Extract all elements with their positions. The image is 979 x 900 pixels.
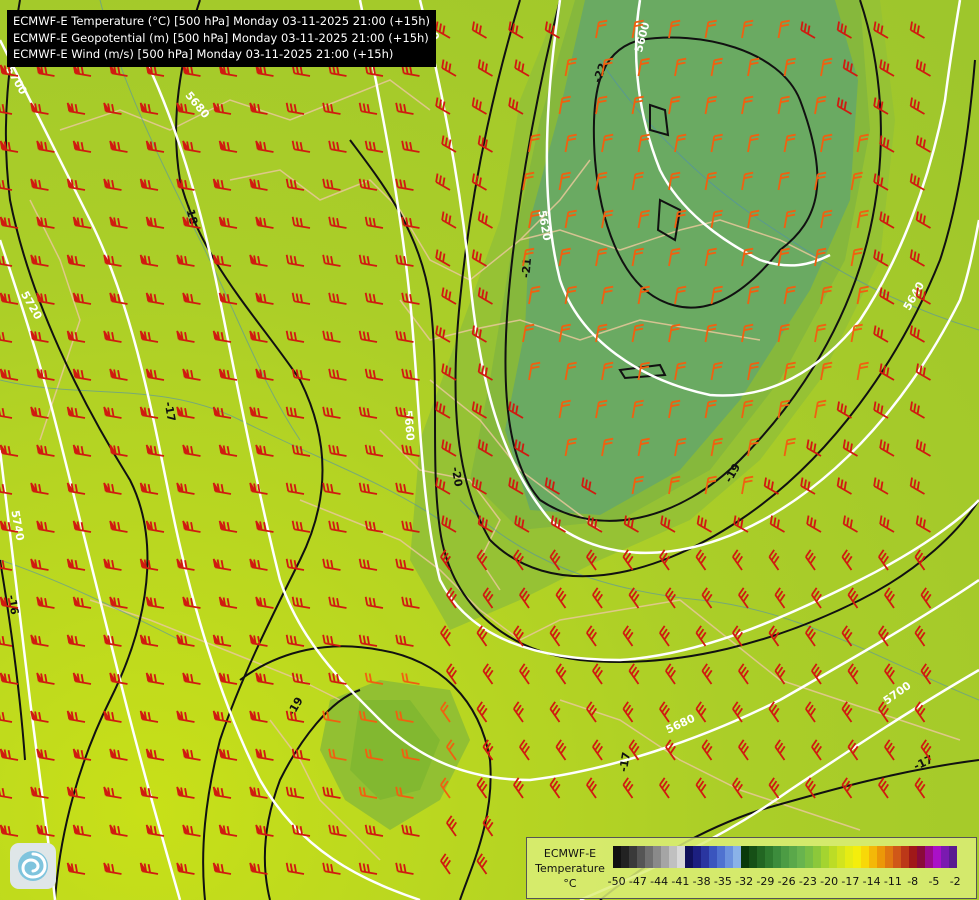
legend-tick: -20 [820, 875, 839, 888]
legend-swatch [653, 846, 661, 868]
legend-swatch [909, 846, 917, 868]
legend-swatch [941, 846, 949, 868]
legend-variable: Temperature [535, 862, 605, 875]
legend-tick: -50 [607, 875, 626, 888]
legend-tick: -29 [756, 875, 775, 888]
legend-swatch [797, 846, 805, 868]
title-line-geopotential: ECMWF-E Geopotential (m) [500 hPa] Monda… [13, 30, 429, 45]
temperature-legend: ECMWF-E Temperature °C -50 -47 -44 -41 -38 -3… [526, 837, 977, 899]
legend-tick: -8 [907, 875, 919, 888]
legend-swatch [845, 846, 853, 868]
legend-swatch [645, 846, 653, 868]
legend-swatch [621, 846, 629, 868]
legend-swatch [885, 846, 893, 868]
legend-swatch [749, 846, 757, 868]
legend-swatch [757, 846, 765, 868]
title-line-wind: ECMWF-E Wind (m/s) [500 hPa] Monday 03-1… [13, 47, 394, 61]
legend-tick: -41 [671, 875, 690, 888]
legend-tick: -11 [883, 875, 902, 888]
legend-swatch [901, 846, 909, 868]
ecmwf-logo-icon [10, 843, 56, 889]
legend-tick: -47 [628, 875, 647, 888]
legend-tick: -2 [949, 875, 961, 888]
legend-swatch [925, 846, 933, 868]
legend-swatch [773, 846, 781, 868]
legend-swatch [949, 846, 957, 868]
legend-color-scale [613, 846, 957, 868]
legend-swatch [637, 846, 645, 868]
legend-swatch [813, 846, 821, 868]
legend-tick-labels: -50 -47 -44 -41 -38 -35 -32 -29 -26 -23 -20 -17 -14-… [608, 875, 973, 889]
label-5660: 5660 [401, 410, 417, 442]
legend-swatch [709, 846, 717, 868]
legend-swatch [853, 846, 861, 868]
legend-swatch [677, 846, 685, 868]
legend-swatch [629, 846, 637, 868]
legend-tick: -23 [798, 875, 817, 888]
legend-tick: -26 [777, 875, 796, 888]
legend-swatch [837, 846, 845, 868]
legend-swatch [613, 846, 621, 868]
legend-swatch [669, 846, 677, 868]
legend-swatch [789, 846, 797, 868]
legend-model: ECMWF-E [543, 847, 597, 860]
legend-swatch [861, 846, 869, 868]
legend-swatch [717, 846, 725, 868]
legend-unit: °C [563, 877, 577, 890]
legend-swatch [693, 846, 701, 868]
legend-tick: -5 [928, 875, 940, 888]
legend-swatch [917, 846, 925, 868]
legend-tick: -44 [650, 875, 669, 888]
title-line-temperature: ECMWF-E Temperature (°C) [500 hPa] Monda… [13, 14, 431, 28]
legend-tick: -14 [862, 875, 881, 888]
legend-swatch [781, 846, 789, 868]
legend-swatch [741, 846, 749, 868]
legend-tick: -32 [735, 875, 754, 888]
legend-swatch [933, 846, 941, 868]
legend-swatch [869, 846, 877, 868]
legend-tick: -38 [692, 875, 711, 888]
legend-swatch [661, 846, 669, 868]
weather-map: 5600 5620 5640 5640 5660 5680 5680 5700 … [0, 0, 979, 900]
legend-swatch [733, 846, 741, 868]
legend-swatch [805, 846, 813, 868]
legend-swatch [829, 846, 837, 868]
legend-tick: -17 [841, 875, 860, 888]
legend-swatch [725, 846, 733, 868]
legend-swatch [893, 846, 901, 868]
legend-swatch [701, 846, 709, 868]
legend-tick: -35 [713, 875, 732, 888]
legend-title: ECMWF-E Temperature °C [531, 846, 609, 891]
legend-swatch [877, 846, 885, 868]
legend-swatch [765, 846, 773, 868]
label-minus-21: -21 [519, 257, 534, 278]
legend-swatch [821, 846, 829, 868]
map-title-box: ECMWF-E Temperature (°C) [500 hPa] Monda… [7, 10, 437, 67]
legend-swatch [685, 846, 693, 868]
